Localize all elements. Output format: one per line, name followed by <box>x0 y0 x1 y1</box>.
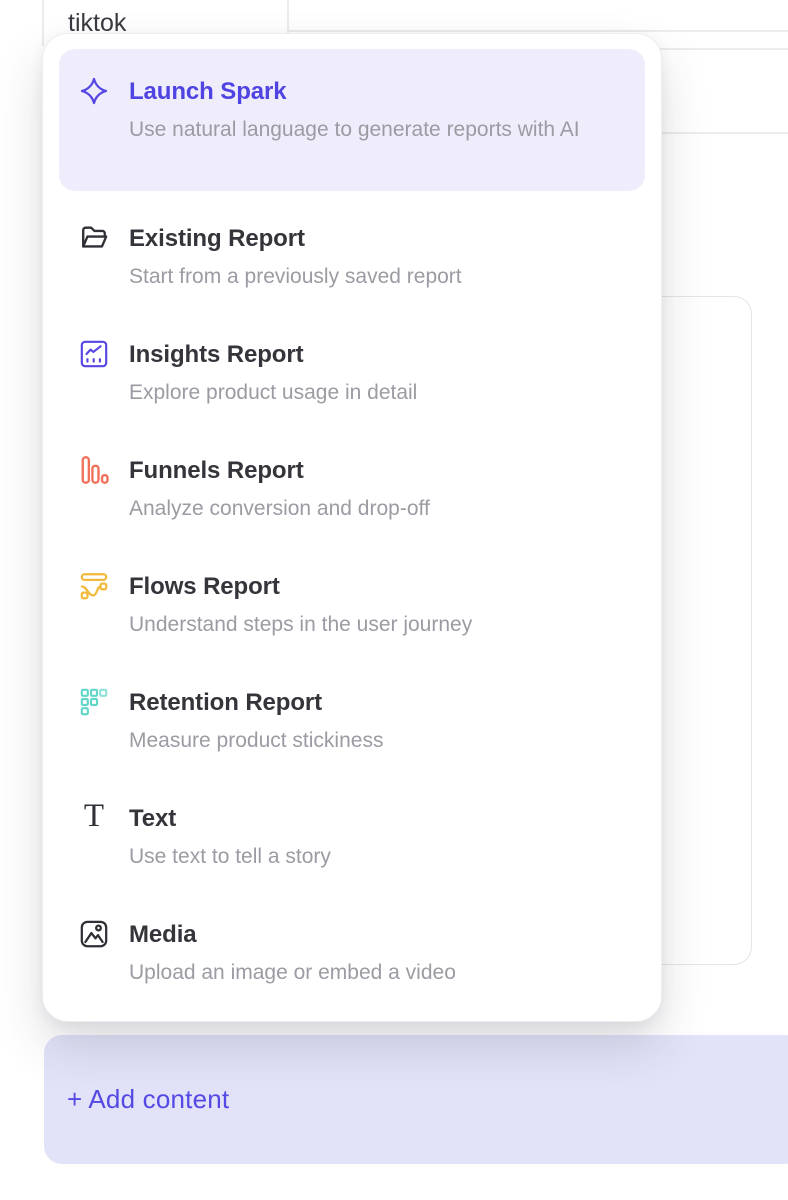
menu-item-description: Use natural language to generate reports… <box>129 116 580 144</box>
menu-item-retention-report[interactable]: Retention Report Measure product stickin… <box>43 655 661 771</box>
menu-item-funnels-report[interactable]: Funnels Report Analyze conversion and dr… <box>43 423 661 539</box>
menu-item-title: Insights Report <box>129 339 417 371</box>
retention-grid-icon <box>79 687 109 717</box>
funnels-bars-icon <box>79 455 109 485</box>
insights-chart-icon <box>79 339 109 369</box>
background-row-divider <box>288 30 788 32</box>
background-panel-border <box>287 0 289 33</box>
menu-item-title: Funnels Report <box>129 455 430 487</box>
text-icon: T <box>79 803 109 833</box>
menu-item-title: Text <box>129 803 331 835</box>
background-panel-border <box>42 0 44 46</box>
menu-item-text[interactable]: T Text Use text to tell a story <box>43 771 661 887</box>
menu-item-title: Flows Report <box>129 571 472 603</box>
menu-item-title: Launch Spark <box>129 76 580 108</box>
menu-item-insights-report[interactable]: Insights Report Explore product usage in… <box>43 307 661 423</box>
menu-item-media[interactable]: Media Upload an image or embed a video <box>43 887 661 1003</box>
folder-open-icon <box>79 223 109 253</box>
menu-item-title: Existing Report <box>129 223 462 255</box>
menu-item-description: Measure product stickiness <box>129 727 383 755</box>
menu-item-description: Upload an image or embed a video <box>129 959 456 987</box>
flows-icon <box>79 571 109 601</box>
menu-item-title: Retention Report <box>129 687 383 719</box>
menu-item-launch-spark[interactable]: Launch Spark Use natural language to gen… <box>59 49 645 191</box>
add-content-button[interactable]: + Add content <box>44 1035 788 1164</box>
add-content-menu: Launch Spark Use natural language to gen… <box>42 33 662 1022</box>
menu-item-existing-report[interactable]: Existing Report Start from a previously … <box>43 191 661 307</box>
menu-item-description: Start from a previously saved report <box>129 263 462 291</box>
menu-item-description: Understand steps in the user journey <box>129 611 472 639</box>
menu-item-description: Explore product usage in detail <box>129 379 417 407</box>
media-image-icon <box>79 919 109 949</box>
menu-item-title: Media <box>129 919 456 951</box>
menu-item-flows-report[interactable]: Flows Report Understand steps in the use… <box>43 539 661 655</box>
menu-item-description: Use text to tell a story <box>129 843 331 871</box>
add-content-label: + Add content <box>67 1084 229 1115</box>
menu-item-description: Analyze conversion and drop-off <box>129 495 430 523</box>
spark-icon <box>79 76 109 106</box>
